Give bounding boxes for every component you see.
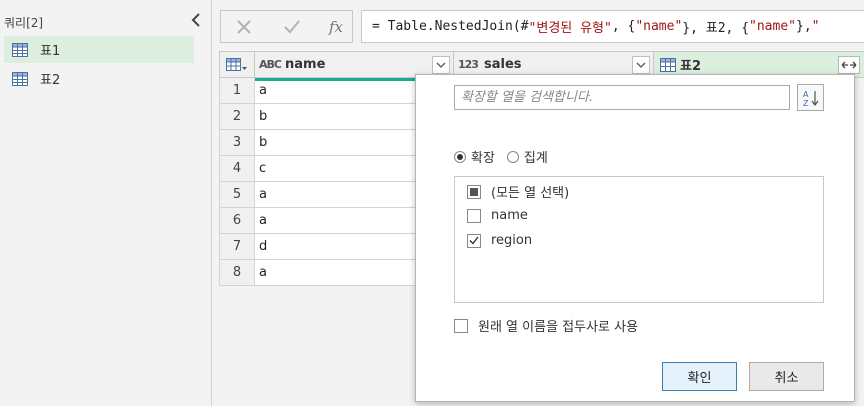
table-row[interactable]: 1a — [219, 78, 416, 104]
query-item-table2[interactable]: 표2 — [4, 65, 194, 92]
table-icon — [12, 42, 28, 57]
radio-label: 확장 — [471, 151, 495, 166]
column-label: sales — [484, 57, 522, 72]
table-menu-icon — [226, 57, 247, 71]
cancel-formula-button[interactable] — [229, 11, 259, 42]
checkbox-label: name — [491, 208, 528, 223]
row-number[interactable]: 1 — [219, 78, 255, 104]
formula-string-literal: "name" — [635, 19, 683, 34]
cancel-button[interactable]: 취소 — [749, 362, 824, 391]
column-label: 표2 — [680, 59, 702, 74]
svg-text:A: A — [803, 90, 809, 99]
column-search-input[interactable] — [461, 90, 789, 105]
confirm-formula-button[interactable] — [277, 11, 307, 42]
table-icon — [12, 71, 28, 86]
mode-radio-group: 확장 집계 — [454, 147, 560, 166]
query-item-label: 표1 — [40, 44, 61, 59]
checkbox-unchecked[interactable] — [467, 208, 481, 223]
cell-name[interactable]: a — [255, 182, 416, 208]
checkbox-label: region — [491, 233, 533, 248]
radio-aggregate[interactable]: 집계 — [506, 147, 548, 166]
number-type-icon: 123 — [458, 58, 479, 71]
checkbox-label: (모든 열 선택) — [491, 186, 570, 201]
column-item-name[interactable]: name — [467, 208, 528, 223]
svg-text:Z: Z — [803, 99, 809, 107]
table-row[interactable]: 5a — [219, 182, 416, 208]
radio-button-selected[interactable] — [454, 150, 466, 163]
cell-name[interactable]: d — [255, 234, 416, 260]
chevron-down-icon — [636, 62, 646, 68]
table-row[interactable]: 2b — [219, 104, 416, 130]
formula-string-literal: "name" — [749, 19, 796, 34]
checkmark-icon — [469, 236, 479, 245]
use-prefix-option[interactable]: 원래 열 이름을 접두사로 사용 — [454, 316, 638, 335]
expand-column-button[interactable] — [838, 55, 860, 74]
column-label: name — [285, 57, 326, 72]
checkbox-checked[interactable] — [467, 233, 481, 248]
column-item-region[interactable]: region — [467, 233, 532, 248]
row-number[interactable]: 5 — [219, 182, 255, 208]
row-number[interactable]: 2 — [219, 104, 255, 130]
column-quality-bar — [255, 78, 415, 81]
expand-column-popup: AZ 확장 집계 (모든 열 선택) name region 원래 열 이름을 — [415, 74, 855, 402]
close-icon — [237, 19, 251, 34]
column-filter-button[interactable] — [432, 55, 450, 74]
formula-string-literal: "변경된 유형" — [528, 21, 612, 36]
column-filter-button[interactable] — [632, 55, 650, 74]
table-row[interactable]: 7d — [219, 234, 416, 260]
text-type-icon: ABC — [259, 58, 282, 71]
formula-bar-buttons: fx — [220, 10, 353, 43]
radio-label: 집계 — [523, 151, 548, 166]
cell-name[interactable]: a — [255, 78, 416, 104]
expand-arrows-icon — [841, 61, 857, 68]
row-number[interactable]: 6 — [219, 208, 255, 234]
table-icon — [660, 57, 676, 72]
queries-pane: 쿼리[2] 표1 표2 — [0, 0, 212, 406]
sort-az-button[interactable]: AZ — [797, 84, 824, 111]
row-number[interactable]: 3 — [219, 130, 255, 156]
table-row[interactable]: 3b — [219, 130, 416, 156]
formula-text: }, — [796, 19, 812, 34]
queries-title: 쿼리[2] — [4, 16, 44, 30]
chevron-left-icon — [191, 13, 200, 27]
checkbox-unchecked[interactable] — [454, 318, 468, 333]
row-number[interactable]: 4 — [219, 156, 255, 182]
formula-input[interactable]: = Table.NestedJoin(# "변경된 유형", {"name"}, … — [361, 10, 864, 43]
sort-az-icon: AZ — [803, 90, 818, 107]
table-row[interactable]: 4c — [219, 156, 416, 182]
checkbox-label: 원래 열 이름을 접두사로 사용 — [478, 320, 639, 335]
checkmark-icon — [284, 19, 300, 33]
collapse-pane-button[interactable] — [188, 10, 204, 30]
cell-name[interactable]: a — [255, 208, 416, 234]
radio-button[interactable] — [506, 150, 519, 163]
row-number[interactable]: 8 — [219, 260, 255, 286]
formula-string-literal: " — [811, 19, 820, 34]
chevron-down-icon — [436, 62, 446, 68]
column-search — [454, 85, 790, 110]
formula-text: }, 표2, { — [682, 21, 750, 36]
cell-name[interactable]: b — [255, 104, 416, 130]
cell-name[interactable]: a — [255, 260, 416, 286]
table-row[interactable]: 8a — [219, 260, 416, 286]
row-number[interactable]: 7 — [219, 234, 255, 260]
formula-text: , { — [611, 19, 636, 34]
table-row[interactable]: 6a — [219, 208, 416, 234]
column-checkbox-list: (모든 열 선택) name region — [454, 176, 824, 303]
query-item-label: 표2 — [40, 73, 61, 88]
cell-name[interactable]: c — [255, 156, 416, 182]
ok-button[interactable]: 확인 — [662, 362, 737, 391]
select-all-columns-item[interactable]: (모든 열 선택) — [467, 182, 569, 201]
formula-text: = Table.NestedJoin(# — [372, 19, 529, 34]
radio-expand[interactable]: 확장 — [454, 147, 495, 166]
insert-function-button[interactable]: fx — [321, 11, 351, 42]
checkbox-partial[interactable] — [467, 184, 481, 199]
table-select-menu[interactable] — [219, 51, 255, 78]
cell-name[interactable]: b — [255, 130, 416, 156]
query-item-table1[interactable]: 표1 — [4, 36, 194, 63]
